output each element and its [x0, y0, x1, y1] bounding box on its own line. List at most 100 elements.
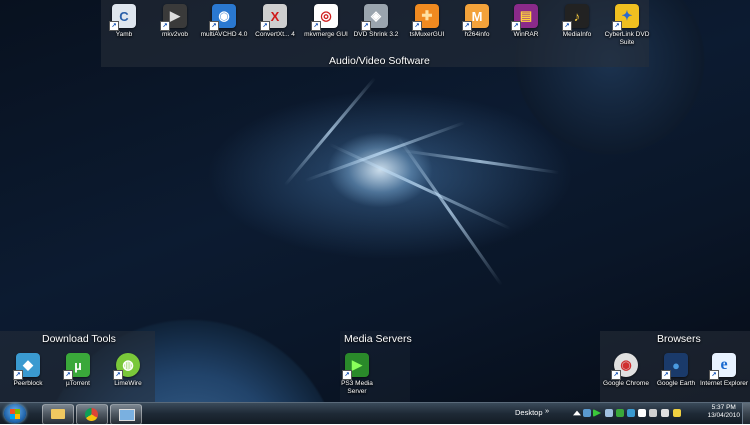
mediainfo-shortcut[interactable]: ♪ ↗ MediaInfo [551, 4, 603, 39]
shortcut-arrow-icon: ↗ [709, 370, 719, 380]
start-button[interactable] [4, 404, 26, 423]
icon-label: CyberLink DVD Suite [604, 31, 650, 46]
group-title: Browsers [657, 333, 701, 345]
icon-label: µTorrent [66, 380, 90, 387]
folder-icon [51, 409, 65, 419]
icon-label: Google Earth [656, 380, 696, 387]
winrar-icon: ▤ ↗ [511, 4, 538, 31]
shortcut-arrow-icon: ↗ [311, 21, 321, 31]
utorrent-shortcut[interactable]: µ ↗ µTorrent [52, 353, 104, 388]
tsmuxer-shortcut[interactable]: ✚ ↗ tsMuxerGUI [401, 4, 453, 39]
group-title: Media Servers [344, 333, 412, 345]
google-earth-icon: ● ↗ [661, 353, 688, 380]
dvdshrink-shortcut[interactable]: ◈ ↗ DVD Shrink 3.2 [350, 4, 402, 39]
chrome-taskbar-button[interactable] [76, 404, 108, 425]
icon-label: ConvertXt... 4 [255, 31, 295, 38]
peerblock-icon: ◆ ↗ [13, 353, 40, 380]
group-title: Audio/Video Software [329, 55, 430, 67]
desktop-toolbar-label[interactable]: Desktop [515, 408, 543, 417]
multiavchd-shortcut[interactable]: ◉ ↗ multiAVCHD 4.0 [198, 4, 250, 39]
mediainfo-icon: ♪ ↗ [562, 4, 589, 31]
tray-expand-icon[interactable] [573, 410, 581, 416]
limewire-icon: ◍ ↗ [113, 353, 140, 380]
show-desktop-button[interactable] [742, 403, 750, 424]
icon-label: WinRAR [513, 31, 539, 38]
power-tray-icon[interactable] [673, 409, 681, 417]
icon-label: tsMuxerGUI [409, 31, 445, 38]
shortcut-arrow-icon: ↗ [511, 21, 521, 31]
peerblock-shortcut[interactable]: ◆ ↗ Peerblock [2, 353, 54, 388]
toolbar-chevron[interactable]: » [545, 406, 549, 415]
shortcut-arrow-icon: ↗ [209, 21, 219, 31]
shortcut-arrow-icon: ↗ [63, 370, 73, 380]
yamb-icon: C ↗ [109, 4, 136, 31]
system-clock[interactable]: 5:37 PM 13/04/2010 [707, 404, 740, 420]
shortcut-arrow-icon: ↗ [342, 370, 352, 380]
shortcut-arrow-icon: ↗ [13, 370, 23, 380]
tsmuxer-icon: ✚ ↗ [412, 4, 439, 31]
network-taskbar-button[interactable] [110, 404, 142, 425]
play-tray-icon[interactable] [593, 409, 601, 417]
icon-label: LimeWire [114, 380, 142, 387]
shortcut-arrow-icon: ↗ [160, 21, 170, 31]
internet-explorer-shortcut[interactable]: e ↗ Internet Explorer [698, 353, 750, 388]
icon-label: Internet Explorer [699, 380, 749, 387]
wallpaper-streak [328, 142, 512, 231]
icon-label: mkv2vob [161, 31, 188, 38]
chrome-shortcut[interactable]: ◉ ↗ Google Chrome [600, 353, 652, 388]
cyberlink-shortcut[interactable]: ✦ ↗ CyberLink DVD Suite [601, 4, 653, 46]
chrome-icon [85, 408, 98, 421]
windows-logo-icon [15, 414, 20, 419]
winrar-shortcut[interactable]: ▤ ↗ WinRAR [500, 4, 552, 39]
ps3-media-server-shortcut[interactable]: ▶ ↗ PS3 Media Server [331, 353, 383, 395]
shortcut-arrow-icon: ↗ [612, 21, 622, 31]
shortcut-arrow-icon: ↗ [109, 21, 119, 31]
mkv2vob-icon: ▶ ↗ [160, 4, 187, 31]
desktop: Audio/Video Software C ↗ Yamb ▶ ↗ mkv2vob … [0, 0, 750, 402]
icon-label: Google Chrome [603, 380, 649, 387]
chrome-icon: ◉ ↗ [611, 353, 638, 380]
taskbar: Desktop » 5:37 PM 13/04/2010 [0, 402, 750, 425]
flag-tray-icon[interactable] [638, 409, 646, 417]
utorrent-tray-icon[interactable] [616, 409, 624, 417]
mkvmerge-icon: ◎ ↗ [311, 4, 338, 31]
multiavchd-icon: ◉ ↗ [209, 4, 236, 31]
shortcut-arrow-icon: ↗ [562, 21, 572, 31]
network-tray-icon[interactable] [583, 409, 591, 417]
dvdshrink-icon: ◈ ↗ [361, 4, 388, 31]
internet-explorer-icon: e ↗ [709, 353, 736, 380]
shortcut-arrow-icon: ↗ [611, 370, 621, 380]
icon-label: DVD Shrink 3.2 [353, 31, 399, 38]
mkvmerge-shortcut[interactable]: ◎ ↗ mkvmerge GUI [300, 4, 352, 39]
clock-time: 5:37 PM [711, 404, 736, 411]
shortcut-arrow-icon: ↗ [113, 370, 123, 380]
wallpaper-streak [400, 148, 560, 175]
google-earth-shortcut[interactable]: ● ↗ Google Earth [650, 353, 702, 388]
clock-date: 13/04/2010 [707, 412, 740, 419]
explorer-taskbar-button[interactable] [42, 404, 74, 425]
icon-label: Peerblock [13, 380, 43, 387]
ps3-media-server-icon: ▶ ↗ [342, 353, 369, 380]
icon-label: multiAVCHD 4.0 [200, 31, 248, 38]
icon-label: MediaInfo [562, 31, 592, 38]
icon-label: h264info [464, 31, 490, 38]
peerblock-tray-icon[interactable] [627, 409, 635, 417]
mkv2vob-shortcut[interactable]: ▶ ↗ mkv2vob [149, 4, 201, 39]
limewire-shortcut[interactable]: ◍ ↗ LimeWire [102, 353, 154, 388]
cyberlink-icon: ✦ ↗ [612, 4, 639, 31]
speaker-tray-icon[interactable] [661, 409, 669, 417]
convertxtodvd-shortcut[interactable]: X ↗ ConvertXt... 4 [249, 4, 301, 39]
shortcut-arrow-icon: ↗ [661, 370, 671, 380]
icon-label: PS3 Media Server [341, 380, 373, 395]
utorrent-icon: µ ↗ [63, 353, 90, 380]
monitor-tray-icon[interactable] [605, 409, 613, 417]
network-status-tray-icon[interactable] [649, 409, 657, 417]
yamb-shortcut[interactable]: C ↗ Yamb [98, 4, 150, 39]
shortcut-arrow-icon: ↗ [260, 21, 270, 31]
h264info-shortcut[interactable]: M ↗ h264info [451, 4, 503, 39]
shortcut-arrow-icon: ↗ [462, 21, 472, 31]
shortcut-arrow-icon: ↗ [412, 21, 422, 31]
icon-label: Yamb [115, 31, 133, 38]
group-title: Download Tools [42, 333, 116, 345]
monitor-icon [119, 409, 135, 421]
